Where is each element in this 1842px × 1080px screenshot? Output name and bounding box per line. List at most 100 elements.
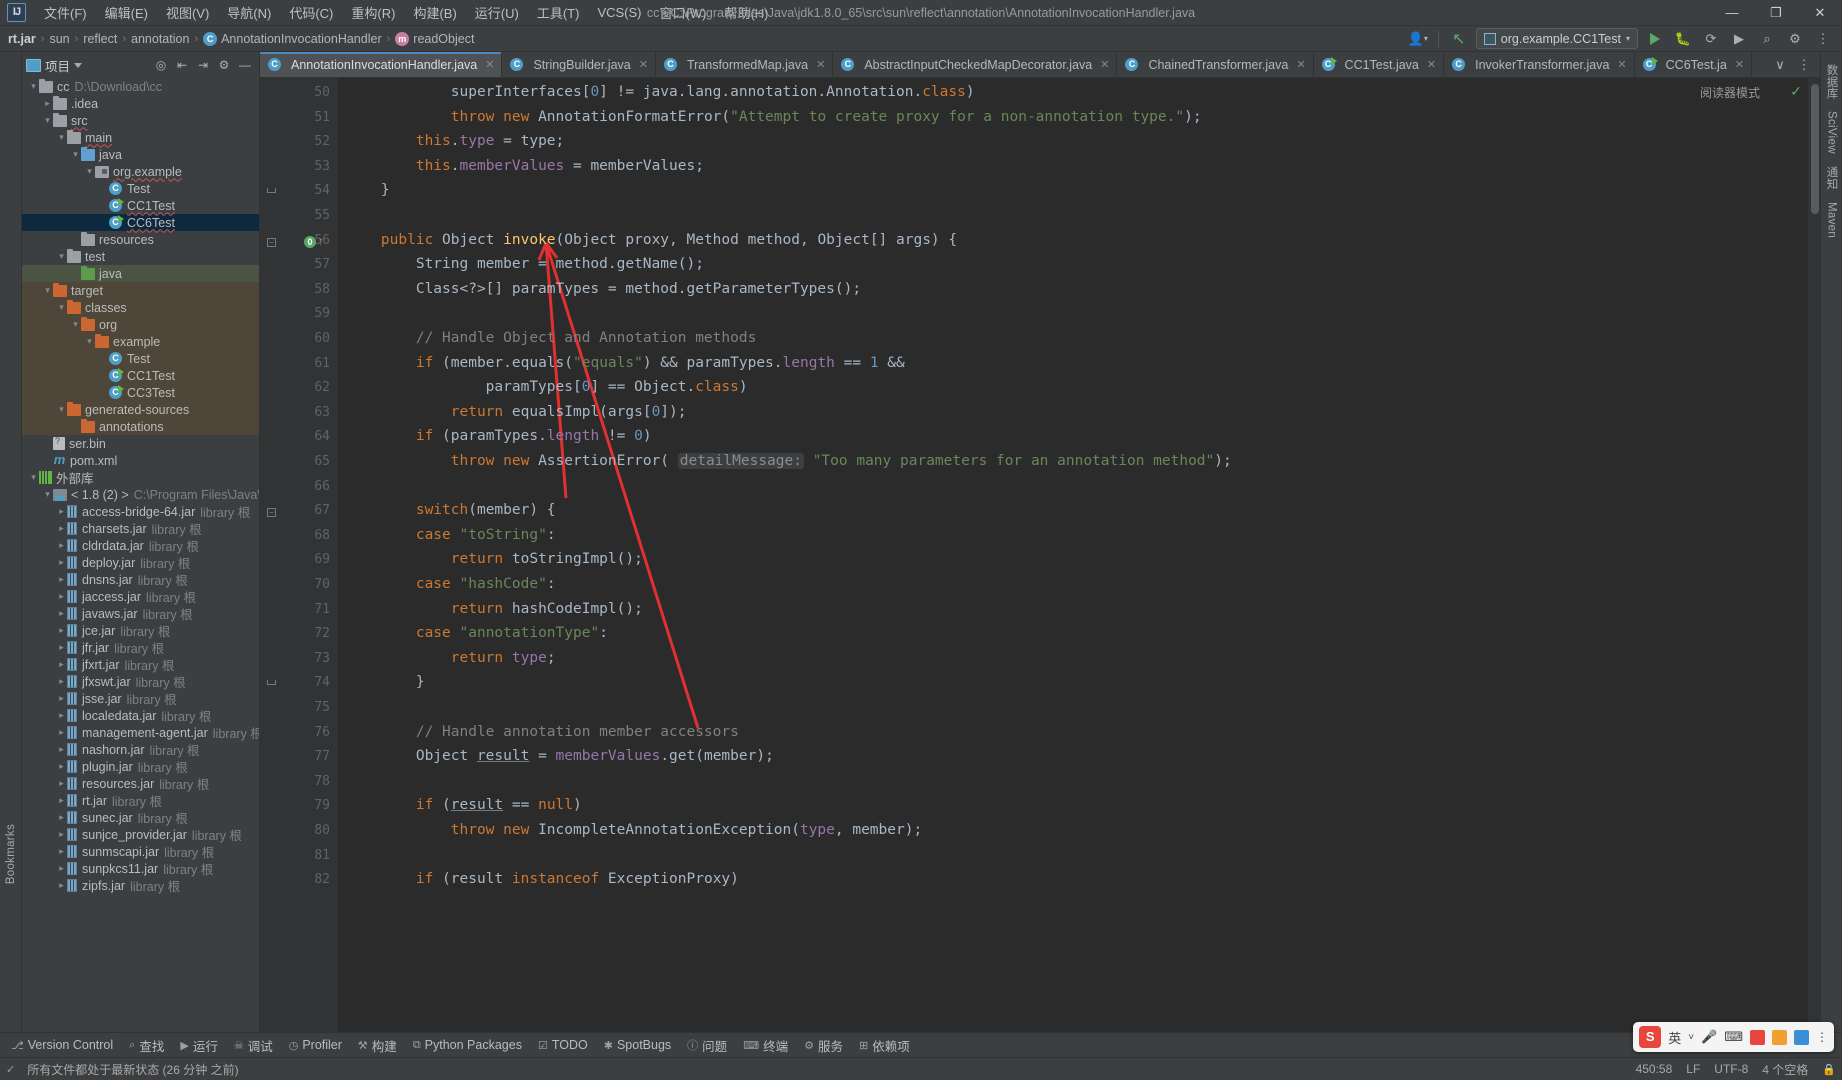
- editor-gutter[interactable]: 50 51 52 53 54 55 56−0 ↑ 57 58 59 60 61 62 63 64 65 66 67−…: [260, 78, 338, 1032]
- tree-node--1-8-2-[interactable]: ▾ < 1.8 (2) > C:\Program Files\Java\jdk: [22, 486, 259, 503]
- chevron-right-icon[interactable]: ▸: [56, 761, 67, 772]
- debug-button[interactable]: 🐛: [1672, 29, 1694, 49]
- fold-end-icon[interactable]: [267, 680, 276, 686]
- bookmarks-tool-button[interactable]: Bookmarks: [5, 818, 17, 890]
- chevron-right-icon[interactable]: ▸: [56, 608, 67, 619]
- run-gutter-icon[interactable]: 0: [304, 235, 316, 248]
- breadcrumb-item-5[interactable]: m readObject: [395, 31, 474, 46]
- chevron-right-icon[interactable]: ▸: [56, 880, 67, 891]
- code-content[interactable]: superInterfaces[0] != java.lang.annotati…: [338, 78, 1808, 1032]
- editor-tab-chainedtransformer-java[interactable]: C ChainedTransformer.java ✕: [1117, 52, 1314, 77]
- menu-item-7[interactable]: 运行(U): [466, 0, 528, 25]
- back-arrow-icon[interactable]: ↖: [1448, 29, 1470, 49]
- close-icon[interactable]: ✕: [1296, 58, 1305, 71]
- chevron-down-icon[interactable]: ▾: [56, 132, 67, 143]
- tree-node-cc1test[interactable]: C CC1Test: [22, 197, 259, 214]
- chevron-right-icon[interactable]: ▸: [56, 812, 67, 823]
- editor-scrollbar-thumb[interactable]: [1811, 84, 1819, 214]
- close-icon[interactable]: ✕: [1100, 58, 1109, 71]
- chevron-down-icon[interactable]: ▾: [70, 319, 81, 330]
- breadcrumb-item-1[interactable]: sun: [49, 32, 69, 46]
- tree-node-charsets-jar[interactable]: ▸ charsets.jar library 根: [22, 520, 259, 538]
- chevron-right-icon[interactable]: ▸: [56, 659, 67, 670]
- menu-item-4[interactable]: 代码(C): [280, 0, 342, 25]
- close-icon[interactable]: ✕: [485, 58, 494, 71]
- chevron-right-icon[interactable]: ▸: [56, 778, 67, 789]
- chevron-right-icon[interactable]: ▸: [56, 693, 67, 704]
- menu-item-10[interactable]: 窗口(W): [651, 0, 716, 25]
- tree-node-cc3test[interactable]: C CC3Test: [22, 384, 259, 401]
- tool-window-button--[interactable]: ⚙ 服务: [797, 1034, 850, 1057]
- more-run-options-icon[interactable]: ▶: [1728, 29, 1750, 49]
- menu-item-2[interactable]: 视图(V): [157, 0, 218, 25]
- indent-setting[interactable]: 4 个空格: [1762, 1061, 1808, 1078]
- menu-item-9[interactable]: VCS(S): [588, 2, 650, 23]
- fold-start-icon[interactable]: −: [267, 237, 276, 247]
- tree-node-cc6test[interactable]: C CC6Test: [22, 214, 259, 231]
- ime-menu-icon[interactable]: ⋮: [1816, 1030, 1828, 1044]
- tool-window-button--[interactable]: ☠ 调试: [227, 1034, 280, 1057]
- tree-node-zipfs-jar[interactable]: ▸ zipfs.jar library 根: [22, 877, 259, 895]
- tree-node-plugin-jar[interactable]: ▸ plugin.jar library 根: [22, 758, 259, 776]
- project-tree[interactable]: ▾ cc D:\Download\cc ▸ .idea ▾ src ▾ main ▾ java ▾ or…: [22, 78, 259, 1032]
- tree-node-main[interactable]: ▾ main: [22, 129, 259, 146]
- chevron-down-icon[interactable]: ▾: [28, 81, 39, 92]
- tool-button-maven[interactable]: Maven: [1826, 196, 1838, 244]
- editor-tab-stringbuilder-java[interactable]: C StringBuilder.java ✕: [502, 52, 656, 77]
- inspection-status-icon[interactable]: ✓: [1790, 83, 1802, 100]
- tree-node-annotations[interactable]: annotations: [22, 418, 259, 435]
- caret-position[interactable]: 450:58: [1636, 1062, 1673, 1076]
- tool-window-button-todo[interactable]: ☑ TODO: [531, 1036, 595, 1054]
- editor-tab-invokertransformer-java[interactable]: C InvokerTransformer.java ✕: [1444, 52, 1635, 77]
- breadcrumb-item-3[interactable]: annotation: [131, 32, 189, 46]
- tree-node-sunjce-provider-jar[interactable]: ▸ sunjce_provider.jar library 根: [22, 826, 259, 844]
- tool-window-button--[interactable]: ⌕ 查找: [122, 1034, 171, 1057]
- chevron-right-icon[interactable]: ▸: [56, 574, 67, 585]
- select-opened-file-icon[interactable]: ◎: [153, 57, 169, 73]
- chevron-right-icon[interactable]: ▸: [56, 523, 67, 534]
- chevron-down-icon[interactable]: ▾: [56, 251, 67, 262]
- tree-node-dnsns-jar[interactable]: ▸ dnsns.jar library 根: [22, 571, 259, 589]
- menu-item-6[interactable]: 构建(B): [404, 0, 465, 25]
- run-with-coverage-button[interactable]: ⟳: [1700, 29, 1722, 49]
- tree-node-resources[interactable]: resources: [22, 231, 259, 248]
- tree-node-target[interactable]: ▾ target: [22, 282, 259, 299]
- editor-tab-cc1test-java[interactable]: C CC1Test.java ✕: [1313, 52, 1445, 77]
- ime-language-label[interactable]: 英: [1668, 1028, 1681, 1047]
- tree-node-cc[interactable]: ▾ cc D:\Download\cc: [22, 78, 259, 95]
- chevron-right-icon[interactable]: ▸: [56, 625, 67, 636]
- tabs-menu-icon[interactable]: ⋮: [1793, 55, 1815, 75]
- tree-node-test[interactable]: C Test: [22, 350, 259, 367]
- line-separator[interactable]: LF: [1686, 1062, 1700, 1076]
- tree-node-jfr-jar[interactable]: ▸ jfr.jar library 根: [22, 639, 259, 657]
- close-icon[interactable]: ✕: [1617, 58, 1626, 71]
- close-icon[interactable]: ✕: [1427, 58, 1436, 71]
- tool-window-button-version-control[interactable]: ⎇ Version Control: [4, 1036, 120, 1054]
- chevron-right-icon[interactable]: ▸: [56, 846, 67, 857]
- editor-tab-transformedmap-java[interactable]: C TransformedMap.java ✕: [655, 52, 834, 77]
- expand-all-icon[interactable]: ⇤: [174, 57, 190, 73]
- menu-item-11[interactable]: 帮助(H): [715, 0, 777, 25]
- tree-node-resources-jar[interactable]: ▸ resources.jar library 根: [22, 775, 259, 793]
- tree-node-org-example[interactable]: ▾ org.example: [22, 163, 259, 180]
- tool-window-button-spotbugs[interactable]: ✱ SpotBugs: [597, 1036, 678, 1054]
- breadcrumb-item-4[interactable]: C AnnotationInvocationHandler: [203, 31, 382, 46]
- chevron-down-icon[interactable]: ▾: [56, 404, 67, 415]
- chevron-right-icon[interactable]: ▸: [56, 744, 67, 755]
- chevron-down-icon[interactable]: ▾: [84, 166, 95, 177]
- chevron-right-icon[interactable]: ▸: [56, 710, 67, 721]
- menu-item-3[interactable]: 导航(N): [218, 0, 280, 25]
- search-everywhere-icon[interactable]: ⌕: [1756, 29, 1778, 49]
- chevron-down-icon[interactable]: ▾: [42, 285, 53, 296]
- tool-button-database[interactable]: 数据库: [1824, 58, 1840, 105]
- tree-node-org[interactable]: ▾ org: [22, 316, 259, 333]
- keyboard-icon[interactable]: ⌨: [1724, 1029, 1743, 1045]
- ime-tool-blue-icon[interactable]: [1794, 1029, 1809, 1045]
- minimize-button[interactable]: —: [1710, 0, 1754, 26]
- menu-item-1[interactable]: 编辑(E): [96, 0, 157, 25]
- chevron-down-icon[interactable]: ˅: [1688, 1032, 1694, 1043]
- user-icon[interactable]: 👤 ▾: [1407, 29, 1429, 49]
- editor-tab-cc6test-ja[interactable]: C CC6Test.ja ✕: [1634, 52, 1752, 77]
- main-menu-icon[interactable]: ⋮: [1812, 29, 1834, 49]
- tool-window-button--[interactable]: ▶ 运行: [173, 1034, 224, 1057]
